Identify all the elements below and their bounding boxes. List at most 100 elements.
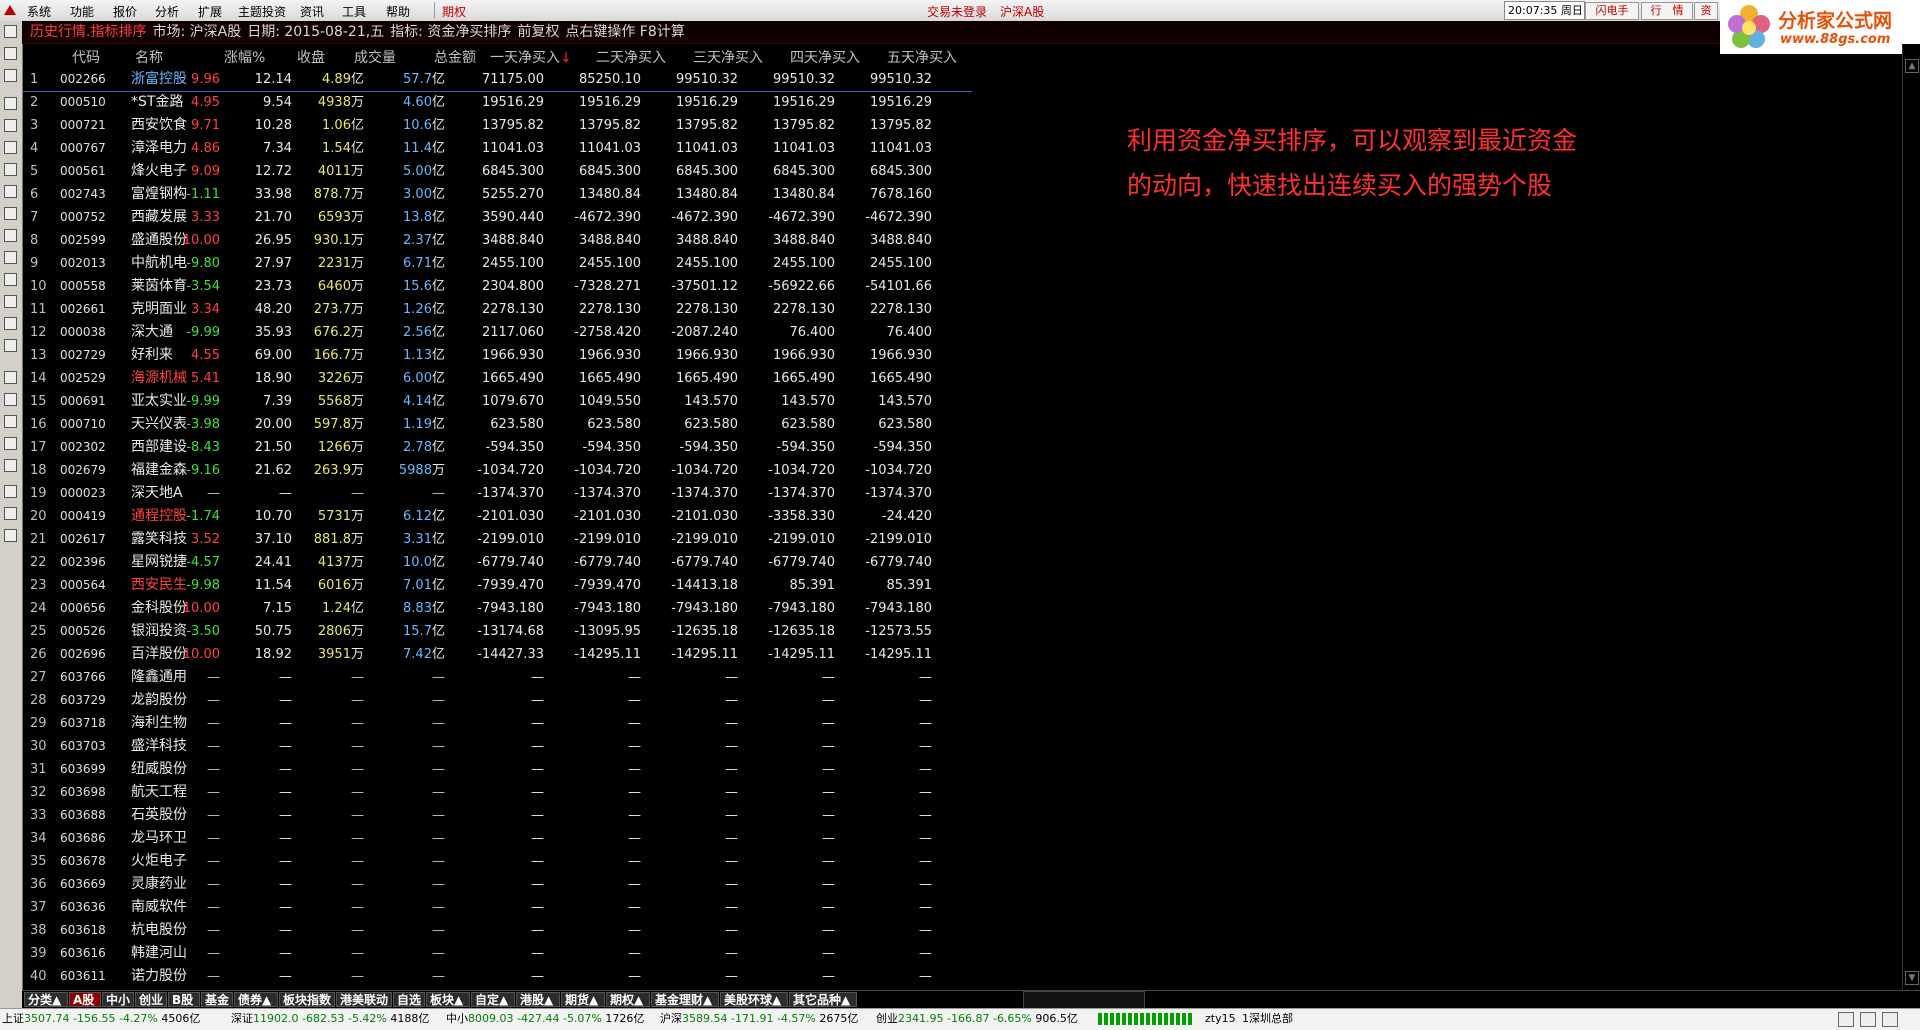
table-row[interactable]: 34 603686 龙马环卫 — — — — — — — — — (22, 827, 972, 850)
header-net-buy-5d[interactable]: 五天净买入 (887, 47, 957, 67)
app-logo-icon[interactable] (3, 3, 17, 17)
back-icon[interactable] (4, 25, 17, 38)
tab-13[interactable]: 期货▲ (561, 992, 605, 1007)
table-row[interactable]: 16 000710 天兴仪表 -3.98 20.00 597.8万 1.19亿 623.580… (22, 413, 972, 436)
table-row[interactable]: 18 002679 福建金森 -9.16 21.62 263.9万 5988万 -1034.7… (22, 459, 972, 482)
table-row[interactable]: 11 002661 克明面业 3.34 48.20 273.7万 1.26亿 2278.130… (22, 298, 972, 321)
table-row[interactable]: 6 002743 富煌钢构 -1.11 33.98 878.7万 3.00亿 5255.270… (22, 183, 972, 206)
table-icon[interactable] (4, 185, 17, 198)
table-row[interactable]: 19 000023 深天地A — — — — -1374.370 -1374.370 -1374.… (22, 482, 972, 505)
table-row[interactable]: 4 000767 漳泽电力 4.86 7.34 1.54亿 11.4亿 11041.03 110… (22, 137, 972, 160)
info-button[interactable]: 资 (1694, 2, 1718, 20)
tab-6[interactable]: 债券▲ (234, 992, 278, 1007)
document-icon[interactable] (4, 459, 17, 472)
table-row[interactable]: 2 000510 *ST金路 4.95 9.54 4938万 4.60亿 19516.29 19… (22, 91, 972, 114)
flash-trade-button[interactable]: 闪电手 (1585, 2, 1639, 20)
menu-system[interactable]: 系统 (27, 3, 51, 20)
table-row[interactable]: 9 002013 中航机电 -9.80 27.97 2231万 6.71亿 2455.100 2… (22, 252, 972, 275)
index-hs[interactable]: 沪深3589.54 -171.91 -4.57% 2675亿 (660, 1009, 858, 1029)
close-icon[interactable] (1882, 1012, 1898, 1027)
tab-17[interactable]: 其它品种▲ (789, 992, 857, 1007)
quote-list-icon[interactable] (4, 97, 17, 110)
menu-quote[interactable]: 报价 (113, 3, 137, 20)
adjust-mode[interactable]: 前复权 (517, 24, 559, 40)
index-cy[interactable]: 创业2341.95 -166.87 -6.65% 906.5亿 (876, 1009, 1078, 1029)
table-row[interactable]: 5 000561 烽火电子 9.09 12.72 4011万 5.00亿 6845.300 68… (22, 160, 972, 183)
report-icon[interactable] (4, 273, 17, 286)
menu-options[interactable]: 期权 (442, 3, 466, 20)
date-filter[interactable]: 日期: 2015-08-21,五 (247, 24, 384, 40)
index-sh[interactable]: 上证3507.74 -156.55 -4.27% 4506亿 (2, 1009, 200, 1029)
index-sz[interactable]: 深证11902.0 -682.53 -5.42% 4188亿 (231, 1009, 429, 1029)
tab-10[interactable]: 板块▲ (426, 992, 470, 1007)
vertical-scrollbar[interactable]: ▲ ▼ (1902, 44, 1920, 990)
tab-2[interactable]: 中小 (102, 992, 134, 1007)
table-row[interactable]: 40 603611 诺力股份 — — — — — — — — — (22, 965, 972, 988)
menu-help[interactable]: 帮助 (386, 3, 410, 20)
menu-function[interactable]: 功能 (70, 3, 94, 20)
table-row[interactable]: 1 002266 浙富控股 9.96 12.14 4.89亿 57.7亿 71175.00 85… (22, 68, 972, 92)
up-arrow-icon[interactable] (4, 47, 17, 60)
table-row[interactable]: 39 603616 韩建河山 — — — — — — — — — (22, 942, 972, 965)
quote-button[interactable]: 行 情 (1641, 2, 1693, 20)
tab-11[interactable]: 自定▲ (471, 992, 515, 1007)
table-row[interactable]: 20 000419 通程控股 -1.74 10.70 5731万 6.12亿 -2101.03… (22, 505, 972, 528)
grid-icon[interactable] (4, 119, 17, 132)
restore-icon[interactable] (1860, 1012, 1876, 1027)
market-label[interactable]: 沪深A股 (1000, 3, 1044, 20)
table-row[interactable]: 26 002696 百洋股份 10.00 18.92 3951万 7.42亿 -14427.3… (22, 643, 972, 666)
header-net-buy-2d[interactable]: 二天净买入 (596, 47, 666, 67)
tab-9[interactable]: 自选 (393, 992, 425, 1007)
settings-icon[interactable] (4, 529, 17, 542)
market-filter[interactable]: 市场: 沪深A股 (152, 24, 241, 40)
sort-icon[interactable] (4, 371, 17, 384)
menu-news[interactable]: 资讯 (300, 3, 324, 20)
menu-theme-invest[interactable]: 主题投资 (238, 3, 286, 20)
table-row[interactable]: 27 603766 隆鑫通用 — — — — — — — — — (22, 666, 972, 689)
line-chart-icon[interactable] (4, 141, 17, 154)
table-row[interactable]: 13 002729 好利来 4.55 69.00 166.7万 1.13亿 1966.930 1… (22, 344, 972, 367)
header-change-pct[interactable]: 涨幅% (224, 47, 265, 67)
minimize-icon[interactable] (1838, 1012, 1854, 1027)
table-row[interactable]: 28 603729 龙韵股份 — — — — — — — — — (22, 689, 972, 712)
table-row[interactable]: 30 603703 盛洋科技 — — — — — — — — — (22, 735, 972, 758)
table-row[interactable]: 3 000721 西安饮食 9.71 10.28 1.06亿 10.6亿 13795.82 13… (22, 114, 972, 137)
table-row[interactable]: 10 000558 莱茵体育 -3.54 23.73 6460万 15.6亿 2304.800… (22, 275, 972, 298)
tab-1[interactable]: A股 (69, 992, 101, 1007)
scroll-up-icon[interactable]: ▲ (1905, 59, 1919, 73)
table-row[interactable]: 24 000656 金科股份 10.00 7.15 1.24亿 8.83亿 -7943.180… (22, 597, 972, 620)
table-row[interactable]: 12 000038 深大通 -9.99 35.93 676.2万 2.56亿 2117.060… (22, 321, 972, 344)
header-amount[interactable]: 总金额 (434, 47, 476, 67)
server-name[interactable]: 1深圳总部 (1242, 1009, 1293, 1029)
index-zx[interactable]: 中小8009.03 -427.44 -5.07% 1726亿 (446, 1009, 644, 1029)
header-net-buy-3d[interactable]: 三天净买入 (693, 47, 763, 67)
tab-14[interactable]: 期权▲ (606, 992, 650, 1007)
table-row[interactable]: 25 000526 银润投资 -3.50 50.75 2806万 15.7亿 -13174.6… (22, 620, 972, 643)
menu-extend[interactable]: 扩展 (198, 3, 222, 20)
login-status[interactable]: 交易未登录 (927, 3, 987, 20)
header-net-buy-1d[interactable]: 一天净买入↓ (490, 47, 572, 67)
table-row[interactable]: 32 603698 航天工程 — — — — — — — — — (22, 781, 972, 804)
table-row[interactable]: 35 603678 火炬电子 — — — — — — — — — (22, 850, 972, 873)
table-row[interactable]: 21 002617 露笑科技 3.52 37.10 881.8万 3.31亿 -2199.01… (22, 528, 972, 551)
indicator-icon[interactable] (4, 229, 17, 242)
formula-icon[interactable] (4, 295, 17, 308)
table-row[interactable]: 38 603618 杭电股份 — — — — — — — — — (22, 919, 972, 942)
header-net-buy-4d[interactable]: 四天净买入 (790, 47, 860, 67)
tab-8[interactable]: 港美联动 (336, 992, 392, 1007)
tab-0[interactable]: 分类▲ (24, 992, 68, 1007)
table-row[interactable]: 22 002396 星网锐捷 -4.57 24.41 4137万 10.0亿 -6779.74… (22, 551, 972, 574)
scroll-down-icon[interactable]: ▼ (1905, 971, 1919, 985)
header-close[interactable]: 收盘 (297, 47, 325, 67)
tab-7[interactable]: 板块指数 (279, 992, 335, 1007)
header-volume[interactable]: 成交量 (354, 47, 396, 67)
table-row[interactable]: 23 000564 西安民生 -9.98 11.54 6016万 7.01亿 -7939.47… (22, 574, 972, 597)
table-row[interactable]: 36 603669 灵康药业 — — — — — — — — — (22, 873, 972, 896)
tab-3[interactable]: 创业 (135, 992, 167, 1007)
calc-icon[interactable] (4, 437, 17, 450)
table-row[interactable]: 8 002599 盛通股份 10.00 26.95 930.1万 2.37亿 3488.840… (22, 229, 972, 252)
list-icon[interactable] (4, 415, 17, 428)
menu-tools[interactable]: 工具 (342, 3, 366, 20)
function-icon[interactable] (4, 317, 17, 330)
tool-icon[interactable] (4, 507, 17, 520)
